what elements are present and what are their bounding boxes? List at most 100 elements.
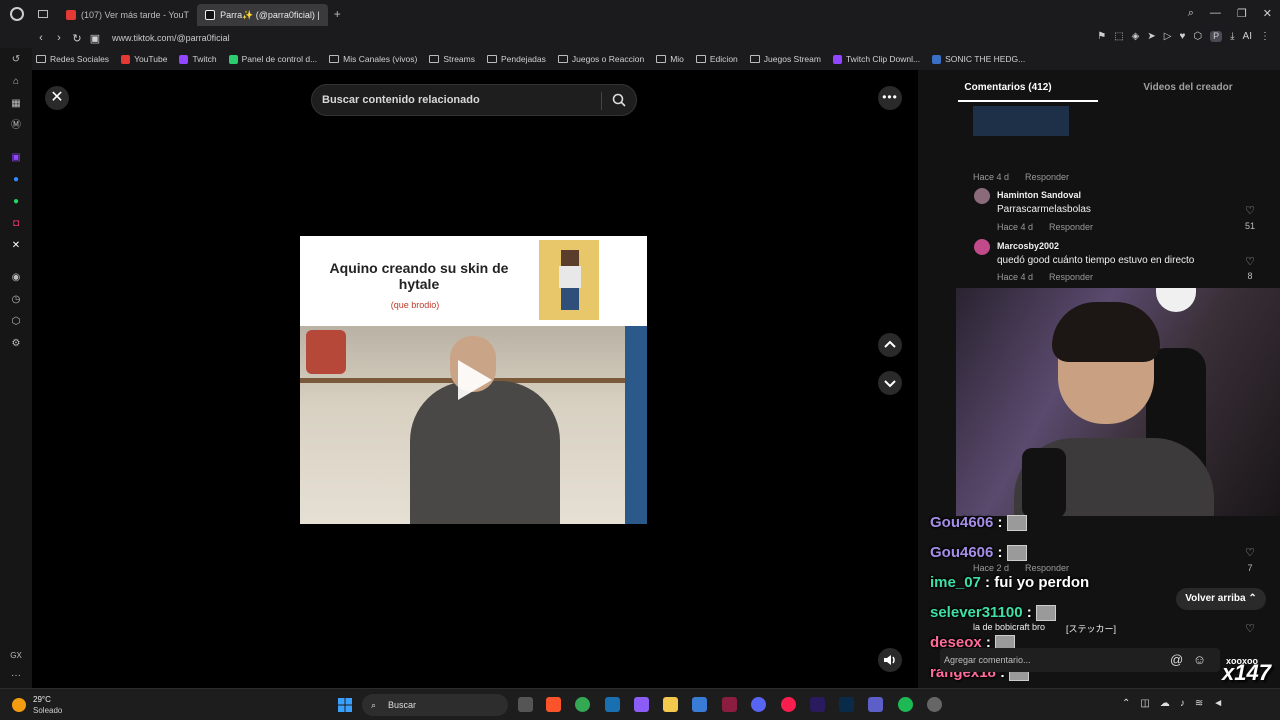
avatar[interactable]	[974, 239, 990, 255]
url-field[interactable]: www.tiktok.com/@parra0ficial	[112, 33, 230, 43]
wifi-icon[interactable]: ≋	[1195, 698, 1203, 709]
network-icon[interactable]: ◫	[1140, 698, 1149, 709]
bookmark-item[interactable]: Redes Sociales	[36, 54, 109, 64]
extensions-sidebar-icon[interactable]: ⬡	[10, 316, 22, 328]
search-icon[interactable]	[612, 93, 626, 107]
shield-icon[interactable]: ◈	[1132, 31, 1140, 42]
copilot-icon[interactable]	[634, 697, 649, 712]
like-icon[interactable]: ♡	[1242, 204, 1258, 217]
sun-icon[interactable]	[12, 698, 26, 712]
like-icon[interactable]: ♡	[1242, 622, 1258, 635]
tab-tiktok[interactable]: Parra✨ (@parra0ficial) |	[197, 4, 328, 26]
avatar[interactable]	[974, 188, 990, 204]
menu-icon[interactable]: ⋮	[1260, 31, 1270, 42]
reply-link[interactable]: Responder	[1049, 222, 1093, 232]
whatsapp-icon[interactable]: ●	[10, 196, 22, 208]
spotify-icon[interactable]	[898, 697, 913, 712]
settings-app-icon[interactable]	[927, 697, 942, 712]
photoshop-icon[interactable]	[839, 697, 854, 712]
mention-icon[interactable]: @	[1170, 652, 1183, 667]
brave-icon[interactable]	[546, 697, 561, 712]
forward-icon[interactable]: ›	[50, 32, 68, 44]
bookmark-item[interactable]: Streams	[429, 54, 475, 64]
file-explorer-icon[interactable]	[663, 697, 678, 712]
history-icon[interactable]: ↺	[10, 54, 22, 66]
bookmark-item[interactable]: Juegos o Reaccion	[557, 54, 644, 64]
snapshot-icon[interactable]: ⬚	[1114, 31, 1123, 42]
close-window-button[interactable]: ✕	[1263, 7, 1272, 20]
share-icon[interactable]: ➤	[1147, 31, 1155, 42]
twitch-icon[interactable]: ▣	[10, 152, 22, 164]
onedrive-icon[interactable]: ☁	[1160, 698, 1170, 709]
reply-link[interactable]: Responder	[1025, 563, 1069, 573]
clock-icon[interactable]: ◷	[10, 294, 22, 306]
chevron-up-icon[interactable]: ⌃	[1122, 698, 1130, 709]
vegas-icon[interactable]	[605, 697, 620, 712]
store-icon[interactable]	[692, 697, 707, 712]
reply-link[interactable]: Responder	[1049, 272, 1093, 282]
search-tabs-icon[interactable]: ⌕	[1188, 7, 1194, 20]
player-icon[interactable]: ◉	[10, 272, 22, 284]
teams-icon[interactable]	[868, 697, 883, 712]
m-app-icon[interactable]: Ⓜ	[10, 120, 22, 132]
bookmark-item[interactable]: Edicion	[695, 54, 738, 64]
volume-button[interactable]	[878, 648, 902, 672]
weather-temperature[interactable]: 29°C	[33, 695, 51, 704]
bookmark-item[interactable]: Twitch	[179, 54, 217, 64]
minimize-button[interactable]: —	[1210, 7, 1221, 20]
more-sidebar-icon[interactable]: ···	[10, 670, 22, 682]
comment-author[interactable]: Marcosby2002	[997, 241, 1059, 251]
emoji-icon[interactable]: ☺	[1193, 652, 1206, 667]
next-video-button[interactable]	[878, 371, 902, 395]
stream-deck-icon[interactable]	[722, 697, 737, 712]
bookmark-item[interactable]: Pendejadas	[486, 54, 546, 64]
bookmark-item[interactable]: Mis Canales (vivos)	[329, 54, 417, 64]
task-view-icon[interactable]	[518, 697, 533, 712]
instagram-icon[interactable]: ◘	[10, 218, 22, 230]
bookmark-item[interactable]: Panel de control d...	[228, 54, 317, 64]
weather-description[interactable]: Soleado	[33, 706, 62, 715]
extensions-icon[interactable]: ⬡	[1193, 31, 1202, 42]
maximize-button[interactable]: ❐	[1237, 7, 1247, 20]
bookmark-item[interactable]: Twitch Clip Downl...	[832, 54, 920, 64]
discord-icon[interactable]	[751, 697, 766, 712]
bookmark-item[interactable]: Mio	[656, 54, 684, 64]
opera-gx-icon[interactable]	[781, 697, 796, 712]
tab-youtube[interactable]: (107) Ver más tarde - YouT	[58, 4, 197, 26]
volume-tray-icon[interactable]: ◄	[1213, 698, 1223, 709]
video-player[interactable]: Aquino creando su skin de hytale (que br…	[300, 236, 647, 524]
like-icon[interactable]: ♡	[1242, 546, 1258, 559]
bookmark-item[interactable]: SONIC THE HEDG...	[932, 54, 1025, 64]
back-icon[interactable]: ‹	[32, 32, 50, 44]
heart-icon[interactable]: ♥	[1179, 31, 1185, 42]
back-to-top-button[interactable]: Volver arriba ⌃	[1176, 588, 1266, 610]
bookmark-icon[interactable]: ⚑	[1097, 31, 1106, 42]
tab-manager-icon[interactable]	[38, 10, 48, 18]
premiere-icon[interactable]	[810, 697, 825, 712]
more-options-button[interactable]: •••	[878, 86, 902, 110]
taskbar-search[interactable]: ⌕ Buscar	[362, 694, 508, 716]
chrome-icon[interactable]	[575, 697, 590, 712]
aria-ai-button[interactable]: AI	[1243, 31, 1252, 42]
tab-comments[interactable]: Comentarios (412)	[918, 82, 1098, 93]
opera-logo-icon[interactable]	[10, 7, 24, 21]
new-tab-button[interactable]: +	[334, 7, 341, 21]
windows-start-icon[interactable]	[338, 698, 352, 712]
play-icon[interactable]: ▷	[1164, 31, 1172, 42]
reload-icon[interactable]: ↻	[68, 32, 86, 45]
comment-image[interactable]	[973, 106, 1069, 136]
close-viewer-button[interactable]: ✕	[45, 86, 69, 110]
tab-creator-videos[interactable]: Videos del creador	[1098, 82, 1278, 93]
messenger-icon[interactable]: ●	[10, 174, 22, 186]
play-icon[interactable]	[458, 360, 492, 400]
reply-link[interactable]: Responder	[1025, 172, 1069, 182]
like-icon[interactable]: ♡	[1242, 255, 1258, 268]
gx-label[interactable]: GX	[9, 650, 23, 662]
bookmark-item[interactable]: YouTube	[121, 54, 167, 64]
profile-avatar[interactable]: P	[1210, 31, 1223, 42]
x-icon[interactable]: ✕	[10, 240, 22, 252]
workspaces-icon[interactable]: ▦	[10, 98, 22, 110]
related-search-input[interactable]: Buscar contenido relacionado	[311, 84, 637, 116]
comment-author[interactable]: Haminton Sandoval	[997, 190, 1081, 200]
mic-icon[interactable]: ♪	[1180, 698, 1185, 709]
